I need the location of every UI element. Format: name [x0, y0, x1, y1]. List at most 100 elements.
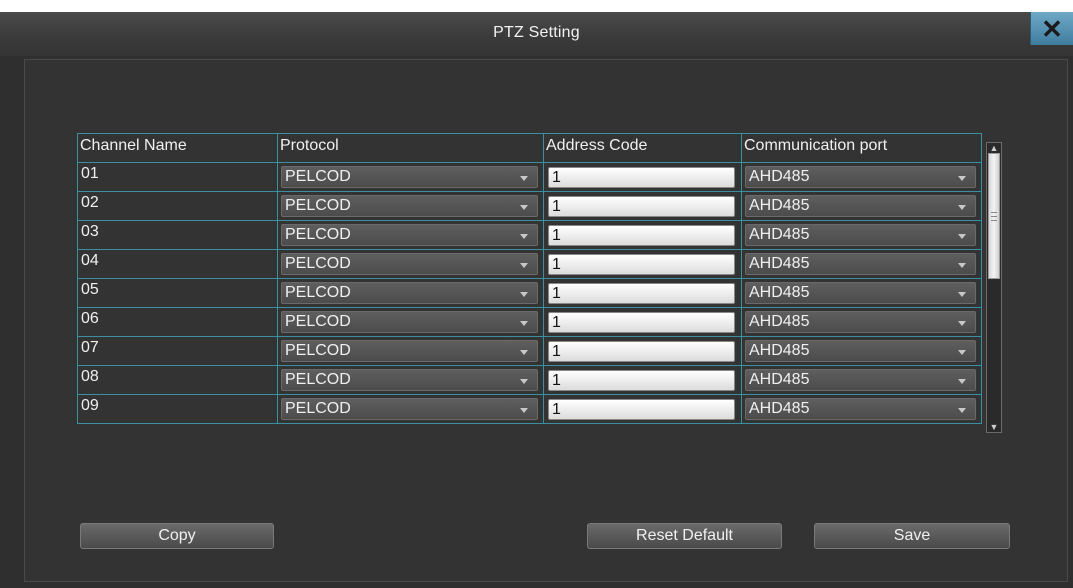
port-cell: AHD485	[742, 395, 982, 424]
channel-name: 06	[78, 308, 278, 337]
chevron-down-icon	[958, 176, 966, 181]
protocol-dropdown[interactable]: PELCOD	[281, 224, 538, 246]
chevron-down-icon	[520, 292, 528, 297]
chevron-down-icon	[520, 205, 528, 210]
channel-name: 07	[78, 337, 278, 366]
communication-port-dropdown[interactable]: AHD485	[745, 166, 976, 188]
reset-default-button[interactable]: Reset Default	[587, 523, 782, 549]
address-code-input[interactable]: 1	[548, 167, 735, 188]
channel-name: 02	[78, 192, 278, 221]
address-cell: 1	[544, 279, 742, 308]
port-cell: AHD485	[742, 366, 982, 395]
protocol-dropdown[interactable]: PELCOD	[281, 340, 538, 362]
port-value: AHD485	[749, 226, 810, 243]
address-code-input[interactable]: 1	[548, 283, 735, 304]
table-row: 09 PELCOD 1 AHD485	[78, 395, 982, 424]
header-protocol: Protocol	[278, 134, 544, 163]
port-cell: AHD485	[742, 308, 982, 337]
communication-port-dropdown[interactable]: AHD485	[745, 253, 976, 275]
grip-line	[991, 216, 997, 217]
save-button[interactable]: Save	[814, 523, 1010, 549]
scroll-up-button[interactable]: ▲	[988, 143, 1000, 153]
communication-port-dropdown[interactable]: AHD485	[745, 340, 976, 362]
communication-port-dropdown[interactable]: AHD485	[745, 195, 976, 217]
port-value: AHD485	[749, 342, 810, 359]
grip-line	[991, 220, 997, 221]
chevron-down-icon	[958, 234, 966, 239]
table-row: 08 PELCOD 1 AHD485	[78, 366, 982, 395]
protocol-dropdown[interactable]: PELCOD	[281, 166, 538, 188]
port-value: AHD485	[749, 284, 810, 301]
table-row: 02 PELCOD 1 AHD485	[78, 192, 982, 221]
communication-port-dropdown[interactable]: AHD485	[745, 398, 976, 420]
dialog-title: PTZ Setting	[493, 24, 580, 41]
protocol-dropdown[interactable]: PELCOD	[281, 311, 538, 333]
address-cell: 1	[544, 250, 742, 279]
header-address-code: Address Code	[544, 134, 742, 163]
address-code-input[interactable]: 1	[548, 225, 735, 246]
chevron-down-icon	[958, 408, 966, 413]
address-cell: 1	[544, 192, 742, 221]
protocol-dropdown[interactable]: PELCOD	[281, 253, 538, 275]
protocol-dropdown[interactable]: PELCOD	[281, 195, 538, 217]
port-value: AHD485	[749, 371, 810, 388]
address-cell: 1	[544, 366, 742, 395]
table-scrollbar[interactable]: ▲ ▼	[986, 142, 1002, 433]
address-code-input[interactable]: 1	[548, 399, 735, 420]
communication-port-dropdown[interactable]: AHD485	[745, 311, 976, 333]
protocol-value: PELCOD	[285, 400, 351, 417]
protocol-value: PELCOD	[285, 168, 351, 185]
chevron-down-icon	[520, 350, 528, 355]
port-value: AHD485	[749, 168, 810, 185]
table-row: 05 PELCOD 1 AHD485	[78, 279, 982, 308]
copy-button[interactable]: Copy	[80, 523, 274, 549]
port-value: AHD485	[749, 313, 810, 330]
table-row: 03 PELCOD 1 AHD485	[78, 221, 982, 250]
protocol-value: PELCOD	[285, 197, 351, 214]
address-code-input[interactable]: 1	[548, 370, 735, 391]
protocol-dropdown[interactable]: PELCOD	[281, 282, 538, 304]
communication-port-dropdown[interactable]: AHD485	[745, 369, 976, 391]
protocol-cell: PELCOD	[278, 279, 544, 308]
port-cell: AHD485	[742, 192, 982, 221]
address-cell: 1	[544, 308, 742, 337]
address-code-input[interactable]: 1	[548, 341, 735, 362]
protocol-cell: PELCOD	[278, 337, 544, 366]
communication-port-dropdown[interactable]: AHD485	[745, 282, 976, 304]
protocol-value: PELCOD	[285, 371, 351, 388]
close-button[interactable]: ✕	[1030, 12, 1073, 45]
chevron-down-icon	[520, 379, 528, 384]
chevron-down-icon	[958, 292, 966, 297]
chevron-down-icon	[520, 176, 528, 181]
scroll-thumb[interactable]	[988, 153, 1000, 279]
protocol-cell: PELCOD	[278, 192, 544, 221]
protocol-dropdown[interactable]: PELCOD	[281, 369, 538, 391]
address-cell: 1	[544, 395, 742, 424]
protocol-cell: PELCOD	[278, 395, 544, 424]
chevron-down-icon	[520, 321, 528, 326]
port-cell: AHD485	[742, 250, 982, 279]
chevron-down-icon	[958, 263, 966, 268]
address-cell: 1	[544, 163, 742, 192]
protocol-cell: PELCOD	[278, 308, 544, 337]
protocol-dropdown[interactable]: PELCOD	[281, 398, 538, 420]
scroll-down-button[interactable]: ▼	[988, 422, 1000, 432]
protocol-cell: PELCOD	[278, 163, 544, 192]
table-header-row: Channel Name Protocol Address Code Commu…	[78, 134, 982, 163]
address-code-input[interactable]: 1	[548, 254, 735, 275]
grip-line	[991, 212, 997, 213]
port-value: AHD485	[749, 255, 810, 272]
port-value: AHD485	[749, 197, 810, 214]
chevron-down-icon	[958, 379, 966, 384]
channel-name: 09	[78, 395, 278, 424]
address-code-input[interactable]: 1	[548, 312, 735, 333]
protocol-cell: PELCOD	[278, 221, 544, 250]
chevron-down-icon	[520, 408, 528, 413]
port-value: AHD485	[749, 400, 810, 417]
chevron-down-icon	[958, 321, 966, 326]
communication-port-dropdown[interactable]: AHD485	[745, 224, 976, 246]
address-cell: 1	[544, 221, 742, 250]
address-code-input[interactable]: 1	[548, 196, 735, 217]
table-row: 06 PELCOD 1 AHD485	[78, 308, 982, 337]
port-cell: AHD485	[742, 337, 982, 366]
